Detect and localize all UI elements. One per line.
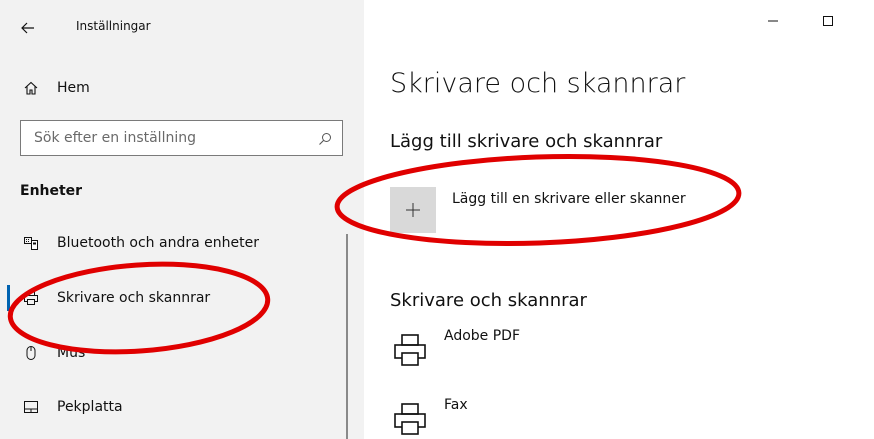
minimize-icon [768, 20, 778, 22]
sidebar: Inställningar Hem Enheter [0, 0, 364, 439]
add-printer-button[interactable] [390, 187, 436, 233]
printers-list-title: Skrivare och skannrar [390, 290, 587, 311]
plus-icon [406, 203, 420, 217]
page-title: Skrivare och skannrar [390, 68, 686, 99]
sidebar-item-bluetooth[interactable]: Bluetooth och andra enheter [0, 226, 364, 260]
maximize-button[interactable] [816, 10, 840, 32]
printer-name: Fax [444, 397, 468, 413]
main-content: Skrivare och skannrar Lägg till skrivare… [364, 0, 874, 439]
minimize-button[interactable] [761, 10, 785, 32]
section-title: Enheter [20, 183, 83, 199]
mouse-icon [22, 344, 40, 362]
search-icon[interactable] [318, 131, 332, 145]
add-section-title: Lägg till skrivare och skannrar [390, 131, 663, 152]
bluetooth-devices-icon [22, 234, 40, 252]
sidebar-item-touchpad[interactable]: Pekplatta [0, 390, 364, 424]
sidebar-item-label: Pekplatta [57, 399, 123, 415]
sidebar-item-home[interactable]: Hem [0, 71, 364, 105]
settings-window: Inställningar Hem Enheter [0, 0, 874, 439]
printer-name: Adobe PDF [444, 328, 521, 344]
sidebar-item-mouse[interactable]: Mus [0, 336, 364, 370]
sidebar-item-label: Skrivare och skannrar [57, 290, 211, 306]
sidebar-item-label: Bluetooth och andra enheter [57, 235, 259, 251]
printer-icon [392, 332, 428, 368]
sidebar-item-label: Mus [57, 345, 86, 361]
back-arrow-icon[interactable] [17, 20, 39, 36]
printer-item-adobe-pdf[interactable]: Adobe PDF [390, 328, 690, 378]
sidebar-item-printers[interactable]: Skrivare och skannrar [0, 281, 364, 315]
add-printer-label[interactable]: Lägg till en skrivare eller skanner [452, 191, 686, 207]
search-input[interactable] [34, 121, 304, 155]
sidebar-scrollbar[interactable] [346, 234, 348, 439]
maximize-icon [823, 16, 833, 26]
printer-item-fax[interactable]: Fax [390, 397, 690, 439]
app-title: Inställningar [76, 19, 151, 33]
sidebar-item-label: Hem [57, 80, 90, 96]
search-field[interactable] [20, 120, 343, 156]
printer-icon [392, 401, 428, 437]
home-icon [22, 79, 40, 97]
touchpad-icon [22, 398, 40, 416]
printer-icon [22, 289, 40, 307]
